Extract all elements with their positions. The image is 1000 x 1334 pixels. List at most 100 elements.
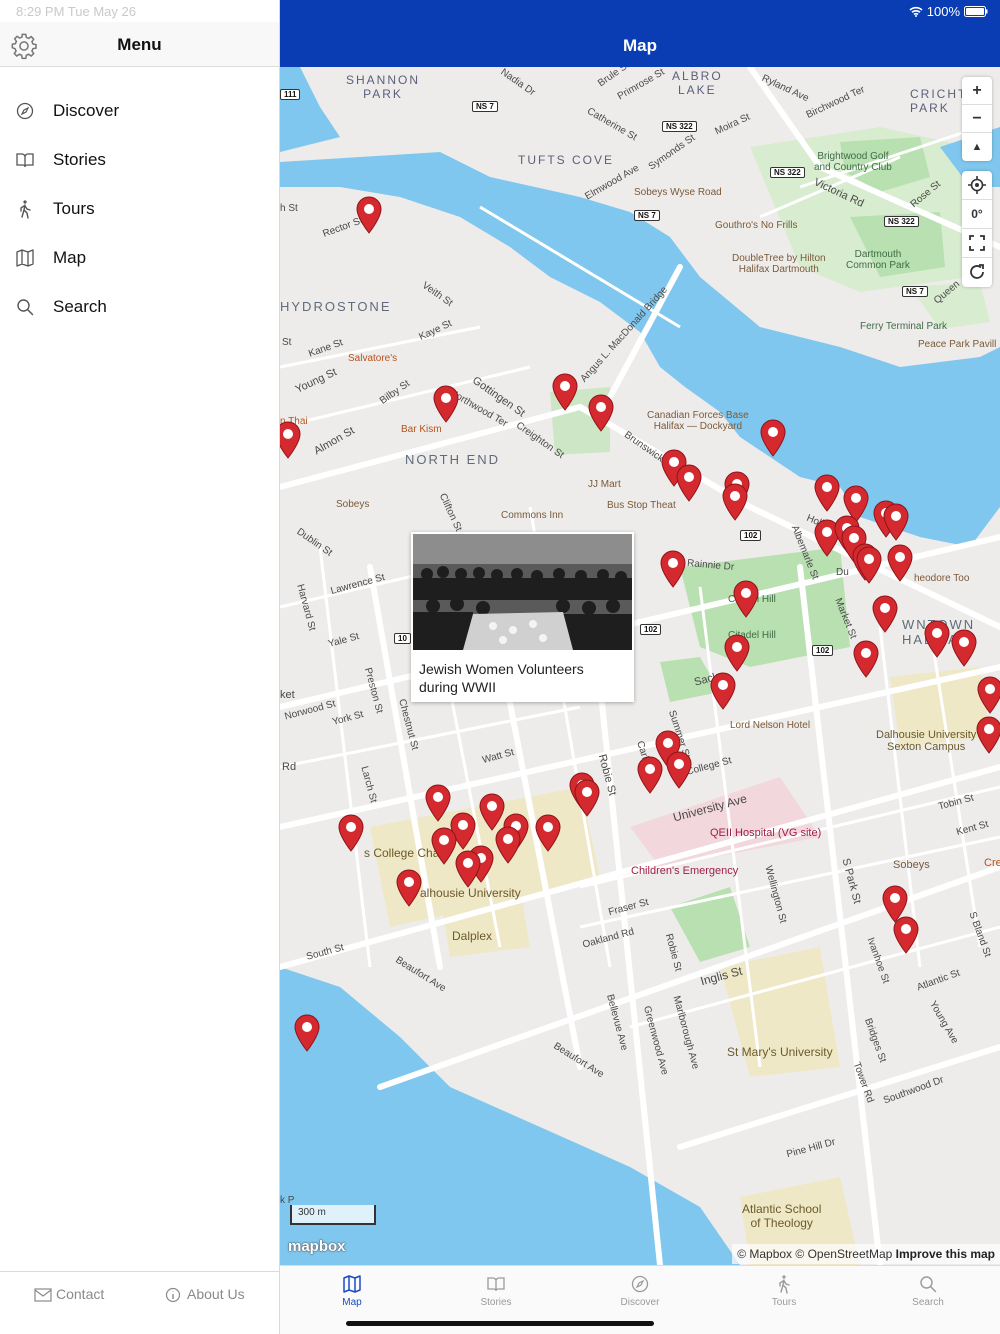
map-pin[interactable] <box>494 826 522 864</box>
route-shield: 111 <box>280 89 301 100</box>
map-pin[interactable] <box>882 503 910 541</box>
locate-button[interactable] <box>962 171 992 200</box>
map-pin[interactable] <box>665 751 693 789</box>
improve-map-link[interactable]: Improve this map <box>896 1247 995 1261</box>
compass-icon <box>631 1275 649 1293</box>
map-pin[interactable] <box>551 373 579 411</box>
tab-discover[interactable]: Discover <box>590 1274 690 1314</box>
map-pin[interactable] <box>950 629 978 667</box>
battery-percent: 100% <box>926 4 960 19</box>
map-pin[interactable] <box>355 196 383 234</box>
map-pin[interactable] <box>759 419 787 457</box>
tab-map[interactable]: Map <box>302 1274 402 1314</box>
battery-icon <box>964 6 988 17</box>
envelope-icon <box>34 1288 52 1302</box>
story-photo[interactable] <box>413 534 632 650</box>
map-label-dalhousie: alhousie University <box>420 886 521 900</box>
map-label-ket: ket <box>280 689 295 701</box>
map-label-dal-sexton: Dalhousie University Sexton Campus <box>876 729 977 753</box>
map-label-albro-lake: ALBRO LAKE <box>672 69 723 97</box>
map-pin[interactable] <box>721 483 749 521</box>
book-icon <box>16 153 34 168</box>
map-pin[interactable] <box>975 716 1000 754</box>
map-label-brightwood: Brightwood Golf and Country Club <box>814 151 892 173</box>
map-label-qeii: QEII Hospital (VG site) <box>710 827 822 839</box>
map-pin[interactable] <box>892 916 920 954</box>
fullscreen-button[interactable] <box>962 229 992 258</box>
sidebar-item-search[interactable]: Search <box>0 284 279 330</box>
attribution-mapbox[interactable]: © Mapbox <box>737 1247 792 1261</box>
story-popup[interactable]: Jewish Women Volunteers during WWII <box>411 532 634 702</box>
map-pin[interactable] <box>454 850 482 888</box>
sidebar-item-stories[interactable]: Stories <box>0 137 279 183</box>
tab-stories[interactable]: Stories <box>446 1274 546 1314</box>
map-pin[interactable] <box>723 634 751 672</box>
story-photo-image <box>413 534 632 650</box>
about-us-label: About Us <box>187 1286 245 1302</box>
map-basemap <box>280 67 1000 1265</box>
reset-button[interactable] <box>962 258 992 287</box>
map-pin[interactable] <box>732 580 760 618</box>
map-view[interactable]: SHANNON PARK ALBRO LAKE CRICHT PARK TUFT… <box>280 67 1000 1265</box>
map-label-peace-park: Peace Park Pavill <box>918 339 997 350</box>
bearing-button[interactable]: 0° <box>962 200 992 229</box>
map-label-cre: Cre <box>984 857 1000 869</box>
map-label-lord-nelson: Lord Nelson Hotel <box>730 720 811 731</box>
map-pin[interactable] <box>395 869 423 907</box>
map-pin[interactable] <box>280 421 302 459</box>
map-label-sobeys-wyse: Sobeys Wyse Road <box>634 187 722 198</box>
sidebar-footer: Contact About Us <box>0 1271 279 1334</box>
map-pin[interactable] <box>855 546 883 584</box>
sidebar-menu: 8:29 PM Tue May 26 Menu Discover Stories… <box>0 0 280 1334</box>
sidebar-item-discover[interactable]: Discover <box>0 88 279 134</box>
story-popup-title[interactable]: Jewish Women Volunteers during WWII <box>419 660 624 696</box>
map-pin[interactable] <box>976 676 1000 714</box>
map-icon <box>16 249 34 267</box>
walking-icon <box>20 200 31 219</box>
sidebar-item-tours[interactable]: Tours <box>0 186 279 232</box>
sidebar-item-map[interactable]: Map <box>0 235 279 281</box>
map-pin[interactable] <box>587 394 615 432</box>
map-pin[interactable] <box>852 640 880 678</box>
compass-icon <box>16 102 34 120</box>
map-label-atlantic-school: Atlantic School of Theology <box>742 1202 822 1230</box>
map-pin[interactable] <box>886 544 914 582</box>
crosshair-icon <box>968 176 986 194</box>
map-pin[interactable] <box>813 474 841 512</box>
map-label-doubletree: DoubleTree by Hilton Halifax Dartmouth <box>732 253 826 275</box>
map-pin[interactable] <box>709 672 737 710</box>
map-pin[interactable] <box>871 595 899 633</box>
map-pin[interactable] <box>293 1014 321 1052</box>
map-label-bar-kismet: Bar Kism <box>401 424 442 435</box>
map-pin[interactable] <box>337 814 365 852</box>
tab-tours[interactable]: Tours <box>734 1274 834 1314</box>
map-pin[interactable] <box>432 385 460 423</box>
attribution-osm[interactable]: © OpenStreetMap <box>795 1247 892 1261</box>
route-shield: NS 7 <box>902 286 928 297</box>
map-pin[interactable] <box>659 550 687 588</box>
route-shield: 102 <box>740 530 762 541</box>
page-title: Map <box>623 36 657 55</box>
map-pin[interactable] <box>636 756 664 794</box>
map-zoom-controls: + − ▲ <box>962 77 992 161</box>
map-label-crichton-park: CRICHT PARK <box>910 87 968 115</box>
tab-search[interactable]: Search <box>878 1274 978 1314</box>
map-label-theodore-too: heodore Too <box>914 573 970 584</box>
sidebar-header: Menu <box>0 22 279 67</box>
map-pin[interactable] <box>573 779 601 817</box>
map-label-jj-mart: JJ Mart <box>588 479 621 490</box>
zoom-in-button[interactable]: + <box>962 77 992 105</box>
map-pin[interactable] <box>534 814 562 852</box>
sidebar-item-label: Discover <box>53 101 120 120</box>
zoom-out-button[interactable]: − <box>962 105 992 133</box>
map-label-childrens: Children's Emergency <box>631 865 739 877</box>
compass-button[interactable]: ▲ <box>962 133 992 161</box>
map-pin[interactable] <box>675 464 703 502</box>
walking-icon <box>779 1275 790 1294</box>
info-icon <box>165 1287 181 1303</box>
sidebar-title: Menu <box>117 35 162 54</box>
map-pin[interactable] <box>424 784 452 822</box>
mapbox-logo: mapbox <box>288 1238 346 1255</box>
map-label-dartmouth-common: Dartmouth Common Park <box>846 249 910 271</box>
map-pin[interactable] <box>923 620 951 658</box>
